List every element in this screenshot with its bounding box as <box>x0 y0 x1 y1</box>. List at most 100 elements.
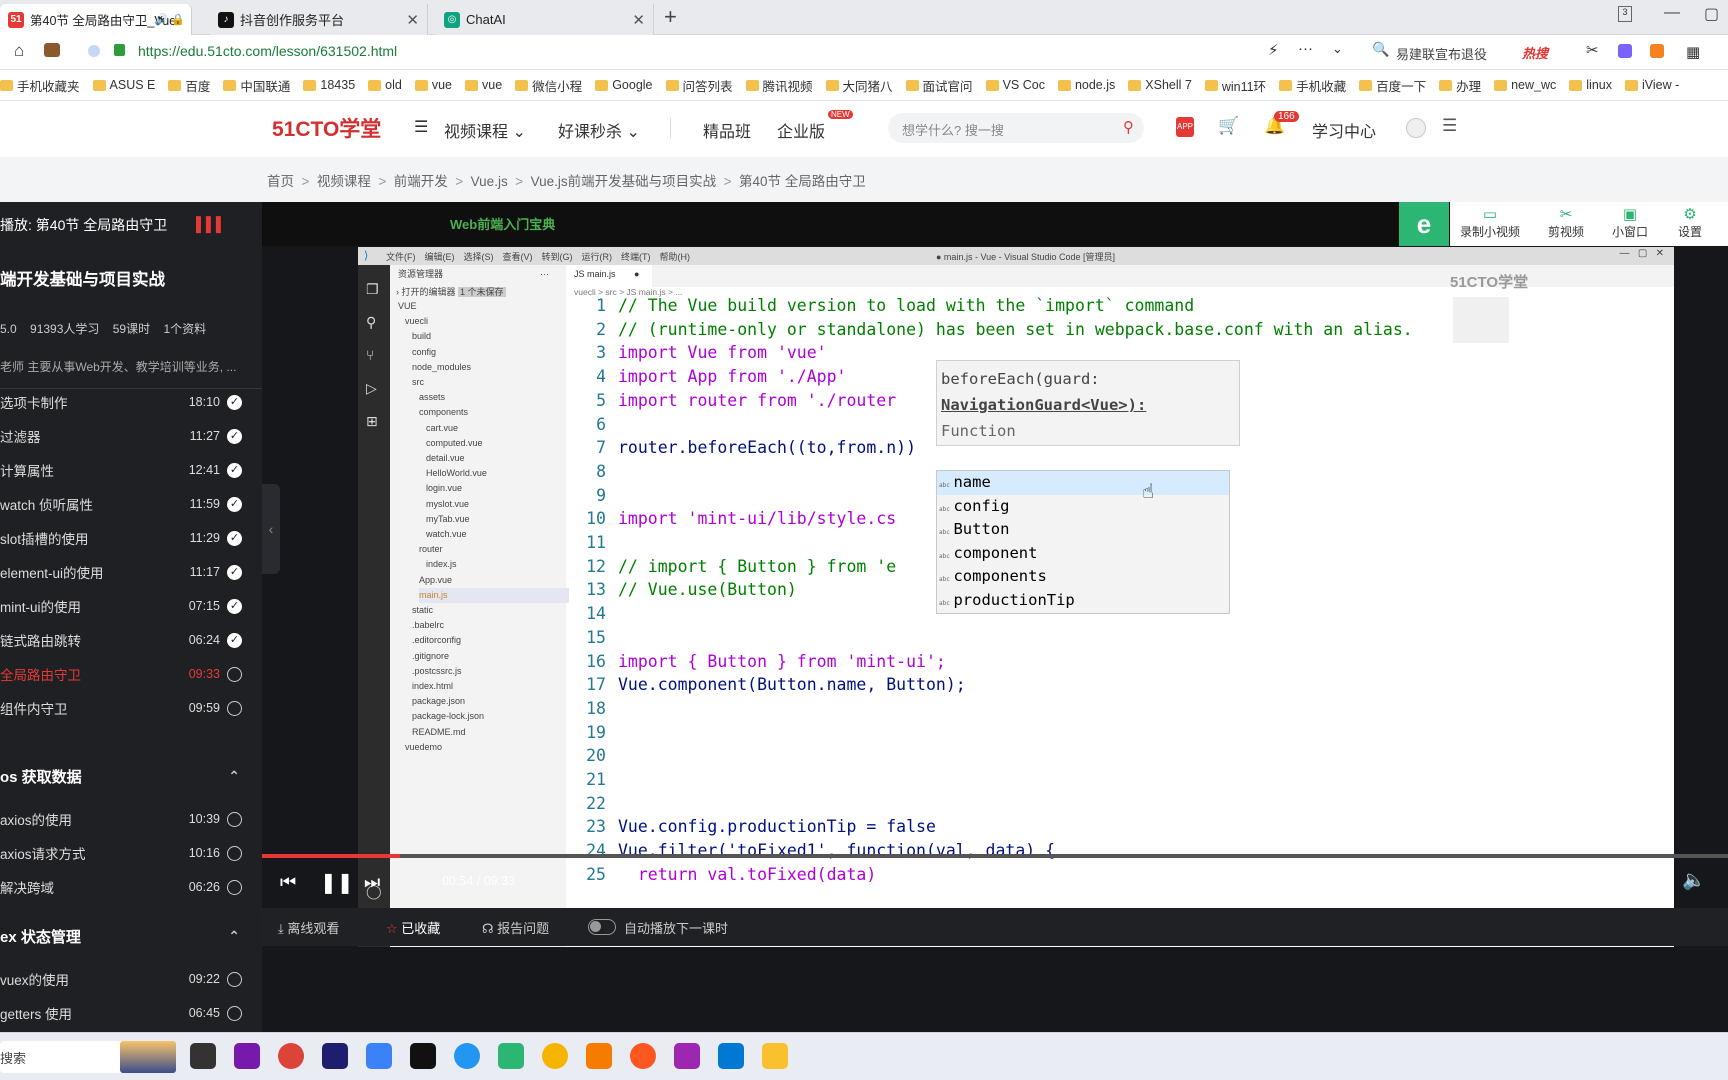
pause-icon[interactable]: ❚❚ <box>320 870 354 895</box>
site-search-input[interactable]: 想学什么? 搜一搜 <box>902 120 1004 139</box>
breadcrumb-item[interactable]: Vue.js前端开发基础与项目实战 <box>531 174 717 189</box>
suggestion-item[interactable]: abc productionTip <box>937 589 1229 613</box>
nav-enterprise[interactable]: 企业版 <box>777 118 825 142</box>
bookmark-item[interactable]: 大同猪八 <box>825 76 893 95</box>
douyin-icon[interactable] <box>410 1043 436 1069</box>
browser-edge-icon[interactable] <box>498 1043 524 1069</box>
bookmark-item[interactable]: node.js <box>1057 78 1115 92</box>
tab-count-icon[interactable]: 3 <box>1618 6 1632 22</box>
cart-icon[interactable]: 🛒 <box>1218 116 1239 136</box>
briefcase-icon[interactable] <box>44 43 60 57</box>
lesson-item[interactable]: getters 使用 06:45 <box>0 996 250 1030</box>
record-clip-button[interactable]: ▭ 录制小视频 <box>1454 205 1526 240</box>
promo-banner[interactable]: Web前端入门宝典 <box>450 214 555 233</box>
speed-button[interactable]: 1.0x <box>1508 870 1534 886</box>
suggestion-item[interactable]: abc config <box>937 495 1229 519</box>
jetbrains-icon[interactable] <box>322 1043 348 1069</box>
bookmark-item[interactable]: VS Coc <box>985 78 1045 92</box>
bookmark-item[interactable]: linux <box>1569 78 1612 92</box>
breadcrumb-item[interactable]: 第40节 全局路由守卫 <box>739 174 866 189</box>
tab-douyin[interactable]: ♪ 抖音创作服务平台 ✕ <box>210 4 428 35</box>
breadcrumb-item[interactable]: Vue.js <box>471 174 508 189</box>
bookmark-item[interactable]: 手机收藏 <box>1279 76 1346 95</box>
breadcrumb-item[interactable]: 前端开发 <box>394 174 448 189</box>
section-header[interactable]: ex 状态管理 ⌃ <box>0 916 250 956</box>
bookmark-item[interactable]: 微信小程 <box>515 76 582 95</box>
snipping-tool-icon[interactable] <box>366 1043 392 1069</box>
new-tab-icon[interactable]: + <box>664 4 677 30</box>
avatar[interactable] <box>1406 118 1426 138</box>
volume-icon[interactable]: 🔈 <box>1682 868 1706 892</box>
onenote-icon[interactable] <box>234 1043 260 1069</box>
media-player-icon[interactable] <box>630 1043 656 1069</box>
video-frame[interactable]: ⟩ 文件(F) 编辑(E) 选择(S) 查看(V) 转到(G) 运行(R) 终端(T) 帮助(… <box>358 247 1674 947</box>
lesson-item[interactable]: 解决跨域 06:26 <box>0 870 250 904</box>
collapse-sidebar-button[interactable]: ‹ <box>262 484 280 574</box>
tab-chatai[interactable]: ◎ ChatAI ✕ <box>436 4 654 35</box>
offline-watch-button[interactable]: ⤓ 离线观看 <box>278 918 339 937</box>
task-view-icon[interactable] <box>190 1043 216 1069</box>
report-issue-button[interactable]: ☊ 报告问题 <box>482 918 549 937</box>
nav-video-courses[interactable]: 视频课程 ⌄ <box>444 118 526 142</box>
chevron-down-icon[interactable]: ⌄ <box>1332 41 1343 57</box>
bookmark-item[interactable]: old <box>368 78 402 92</box>
game-icon[interactable] <box>1650 44 1664 58</box>
hot-search-badge[interactable]: 热搜 <box>1522 43 1548 62</box>
sublime-icon[interactable] <box>586 1043 612 1069</box>
suggestion-item[interactable]: abc components <box>937 565 1229 589</box>
suggestion-item[interactable]: abc component <box>937 542 1229 566</box>
bookmark-item[interactable]: win11环 <box>1204 76 1266 95</box>
next-icon[interactable]: ⏭ <box>364 872 380 893</box>
lesson-item[interactable]: watch 侦听属性 11:59 ✓ <box>0 487 250 521</box>
bookmark-item[interactable]: iView - <box>1625 78 1679 92</box>
apps-grid-icon[interactable]: ▦ <box>1686 43 1700 61</box>
autoplay-toggle[interactable] <box>588 919 616 935</box>
bookmark-item[interactable]: 办理 <box>1439 76 1481 95</box>
tab-vue-lesson[interactable]: 51 第40节 全局路由守卫_Vue. 🔊 🔒 <box>0 4 192 35</box>
breadcrumb-item[interactable]: 首页 <box>267 174 294 189</box>
favorited-button[interactable]: ☆ 已收藏 <box>386 918 440 937</box>
section-header[interactable]: os 获取数据 ⌃ <box>0 756 250 796</box>
color-picker-icon[interactable] <box>542 1043 568 1069</box>
bookmark-item[interactable]: 百度 <box>168 76 210 95</box>
vscode-icon[interactable] <box>718 1043 744 1069</box>
lesson-item[interactable]: axios的使用 10:39 <box>0 802 250 836</box>
site-info-icon[interactable] <box>88 45 100 57</box>
sticky-notes-icon[interactable] <box>762 1043 788 1069</box>
bookmark-item[interactable]: 百度一下 <box>1359 76 1426 95</box>
lesson-item[interactable]: 计算属性 12:41 ✓ <box>0 453 250 487</box>
bookmark-item[interactable]: 手机收藏夹 <box>0 76 80 95</box>
mini-window-button[interactable]: ▣ 小窗口 <box>1600 205 1660 240</box>
close-tab-icon[interactable]: ✕ <box>406 11 419 29</box>
bookmark-item[interactable]: vue <box>414 78 452 92</box>
list-icon[interactable]: ☰ <box>1442 116 1457 136</box>
home-icon[interactable]: ⌂ <box>14 41 24 61</box>
bookmark-item[interactable]: 面试官问 <box>905 76 973 95</box>
quality-button[interactable]: 超清 <box>1576 870 1604 890</box>
site-search-box[interactable]: 想学什么? 搜一搜 ⚲ <box>888 113 1144 143</box>
learning-center-link[interactable]: 学习中心 <box>1312 118 1376 142</box>
lesson-item[interactable]: 链式路由跳转 06:24 ✓ <box>0 623 250 657</box>
chrome-icon[interactable] <box>278 1043 304 1069</box>
picture-icon[interactable]: ▧ <box>1631 870 1647 890</box>
cut-video-button[interactable]: ✂ 剪视频 <box>1536 205 1596 240</box>
autocomplete-list[interactable]: abc name abc config abc Button abc componen… <box>936 470 1230 614</box>
bookmark-item[interactable]: 18435 <box>303 78 355 92</box>
bookmark-item[interactable]: Google <box>595 78 653 92</box>
previous-icon[interactable]: ⏮ <box>280 872 296 893</box>
lesson-item[interactable]: vuex的使用 09:22 <box>0 962 250 996</box>
hot-search-text[interactable]: 易建联宣布退役 <box>1396 44 1487 63</box>
scissors-app-icon[interactable] <box>674 1043 700 1069</box>
suggestion-item[interactable]: abc Button <box>937 518 1229 542</box>
nav-flash-sale[interactable]: 好课秒杀 ⌄ <box>558 118 640 142</box>
bookmark-item[interactable]: vue <box>465 78 502 92</box>
bookmark-item[interactable]: XShell 7 <box>1128 78 1192 92</box>
bookmark-item[interactable]: 问答列表 <box>665 76 733 95</box>
bookmark-item[interactable]: 腾讯视频 <box>745 76 813 95</box>
nav-premium-class[interactable]: 精品班 <box>703 118 751 142</box>
lesson-item[interactable]: element-ui的使用 11:17 ✓ <box>0 555 250 589</box>
lesson-item[interactable]: axios请求方式 10:16 <box>0 836 250 870</box>
more-icon[interactable]: ··· <box>1298 40 1313 57</box>
settings-button[interactable]: ⚙ 设置 <box>1660 205 1720 240</box>
maximize-icon[interactable]: ▢ <box>1704 4 1719 24</box>
